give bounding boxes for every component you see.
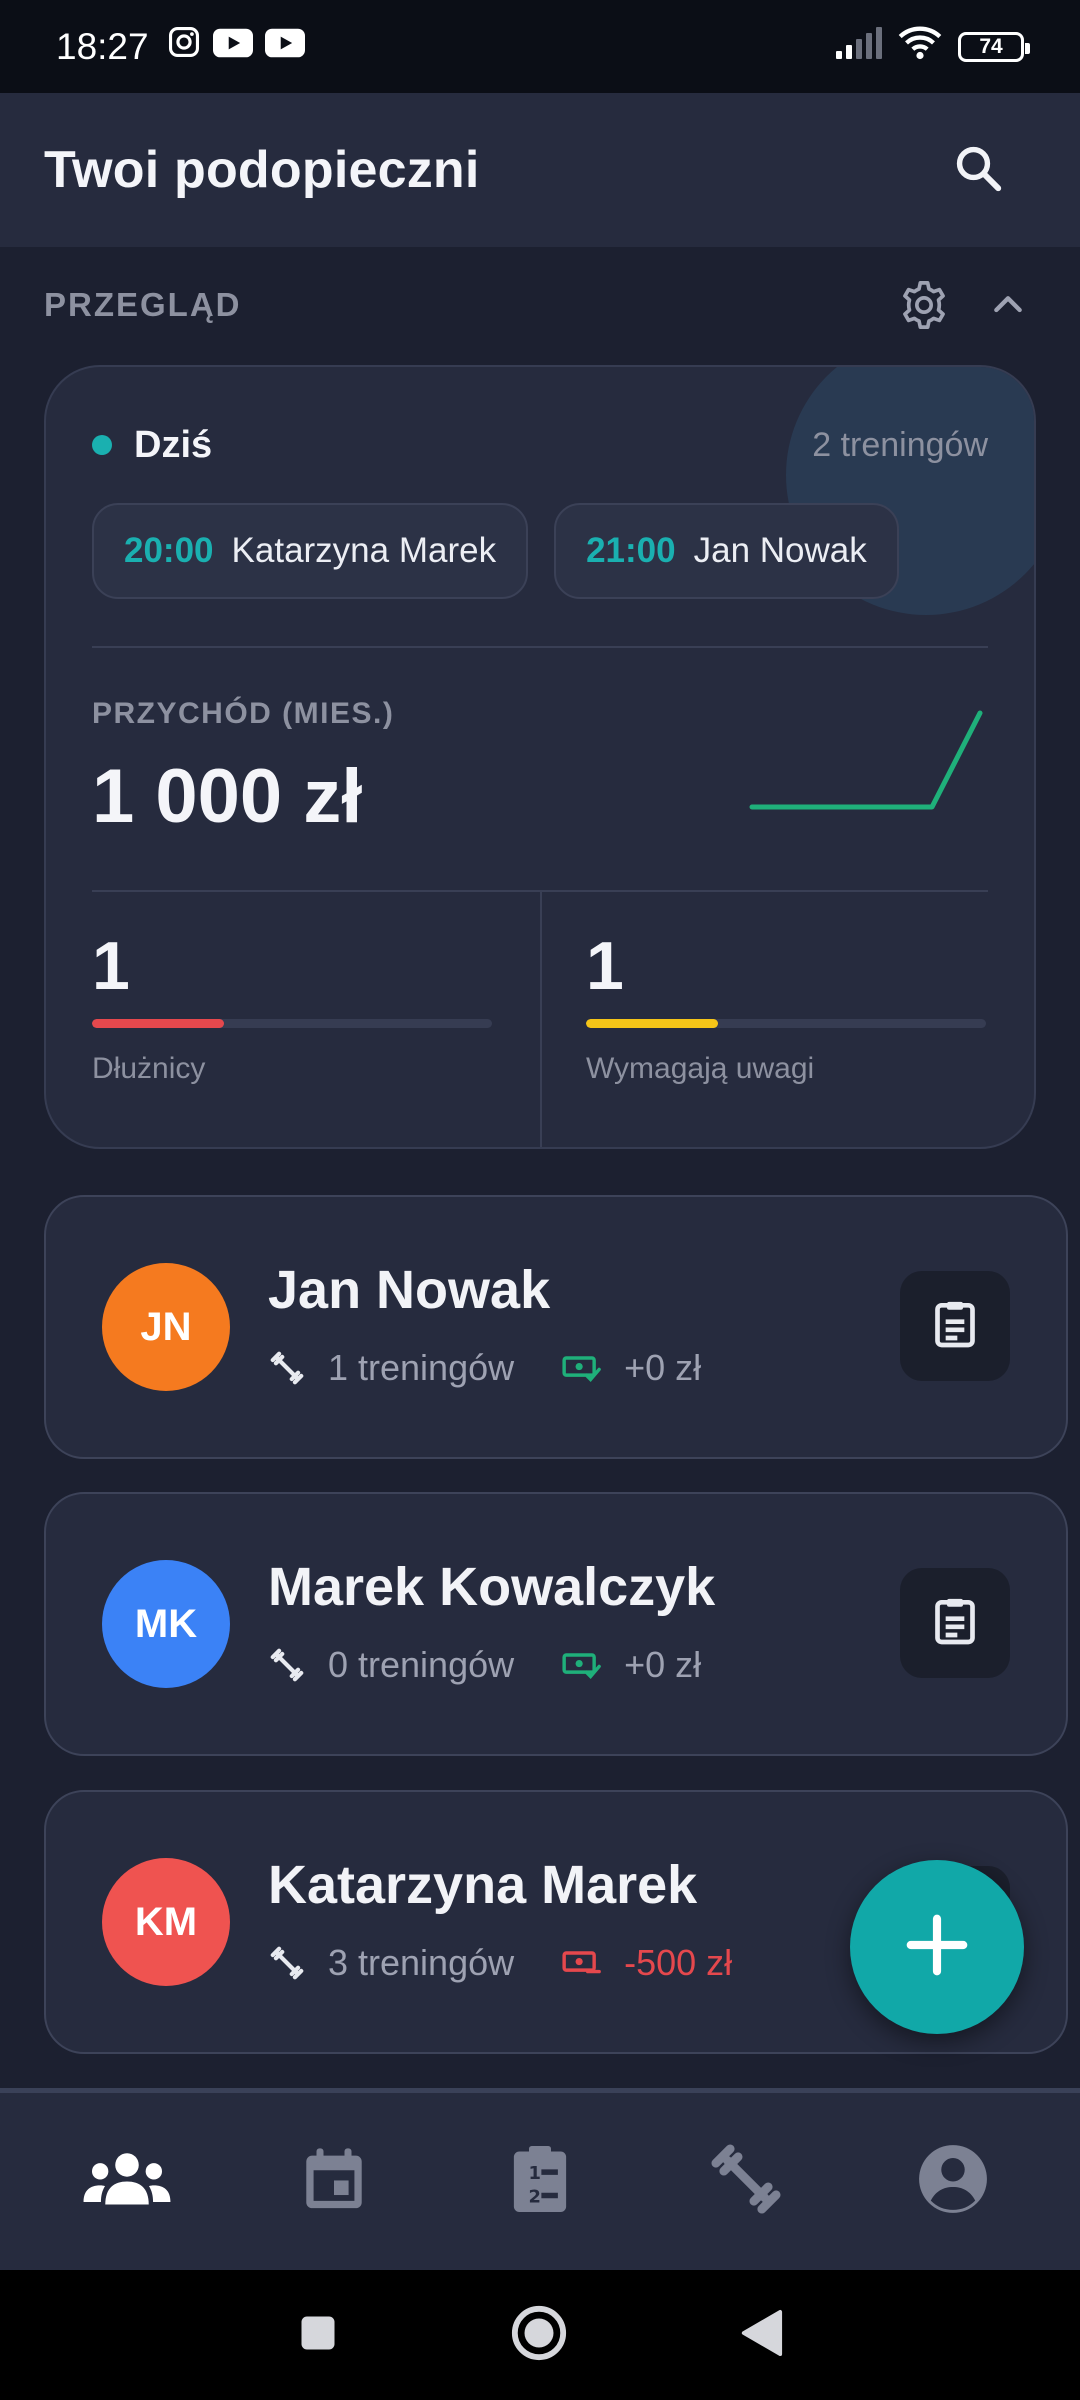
dumbbell-icon <box>268 1944 306 1982</box>
stat-label: Dłużnicy <box>92 1052 206 1085</box>
today-count: 2 treningów <box>812 425 988 464</box>
session-time: 21:00 <box>586 531 676 570</box>
balance: -500 zł <box>624 1942 733 1983</box>
nav-exercises[interactable] <box>681 2117 811 2247</box>
plus-icon <box>902 1910 972 1985</box>
nav-clients[interactable] <box>62 2117 192 2247</box>
page-title: Twoi podopieczni <box>44 141 480 199</box>
status-dot <box>92 435 112 455</box>
today-row: Dziś 2 treningów <box>92 415 988 475</box>
dumbbell-icon <box>708 2141 784 2222</box>
balance: +0 zł <box>624 1644 702 1685</box>
gear-icon[interactable] <box>898 279 950 331</box>
stat-progress-fill <box>586 1019 718 1028</box>
payment-ok-icon <box>562 1650 602 1680</box>
client-meta: 0 treningów +0 zł <box>268 1644 701 1686</box>
training-count: 3 treningów <box>328 1942 515 1983</box>
instagram-icon <box>167 25 201 69</box>
session-client-name: Jan Nowak <box>693 531 867 570</box>
attention-stat[interactable]: 1 Wymagają uwagi <box>586 927 986 1086</box>
chevron-up-icon[interactable] <box>988 285 1028 325</box>
dumbbell-icon <box>268 1646 306 1684</box>
system-navigation-bar <box>0 2270 1080 2400</box>
avatar: MK <box>102 1560 230 1688</box>
payment-ok-icon <box>562 1353 602 1383</box>
back-icon[interactable] <box>738 2308 784 2363</box>
overview-section-header: PRZEGLĄD <box>44 270 1036 340</box>
section-title: PRZEGLĄD <box>44 286 242 323</box>
search-button[interactable] <box>938 130 1018 210</box>
nav-calendar[interactable] <box>269 2117 399 2247</box>
stat-progress <box>586 1019 986 1028</box>
clipboard-list-icon: 1 2 <box>507 2142 573 2221</box>
calendar-icon <box>299 2143 369 2220</box>
divider <box>92 646 988 648</box>
client-notes-button[interactable] <box>900 1271 1010 1381</box>
revenue-label: PRZYCHÓD (MIES.) <box>92 697 395 730</box>
client-card[interactable]: MK Marek Kowalczyk 0 treningów +0 zł <box>44 1492 1068 1756</box>
training-count: 1 treningów <box>328 1347 515 1388</box>
stat-progress <box>92 1019 492 1028</box>
debtors-stat[interactable]: 1 Dłużnicy <box>92 927 492 1086</box>
dumbbell-icon <box>268 1349 306 1387</box>
account-icon <box>916 2142 990 2221</box>
session-chip[interactable]: 20:00 Katarzyna Marek <box>92 503 529 599</box>
status-bar: 18:27 74 <box>0 0 1080 93</box>
nav-plans[interactable]: 1 2 <box>475 2117 605 2247</box>
stat-label: Wymagają uwagi <box>586 1052 815 1085</box>
wifi-icon <box>898 24 942 70</box>
clipboard-icon <box>927 1296 983 1357</box>
avatar: KM <box>102 1858 230 1986</box>
payment-due-icon <box>562 1948 602 1978</box>
clipboard-icon <box>927 1593 983 1654</box>
session-chip[interactable]: 21:00 Jan Nowak <box>554 503 899 599</box>
client-notes-button[interactable] <box>900 1568 1010 1678</box>
client-meta: 3 treningów -500 zł <box>268 1942 732 1984</box>
svg-text:2: 2 <box>528 2186 540 2207</box>
divider <box>540 892 542 1147</box>
client-card[interactable]: JN Jan Nowak 1 treningów +0 zł <box>44 1195 1068 1459</box>
session-client-name: Katarzyna Marek <box>231 531 497 570</box>
client-name: Katarzyna Marek <box>268 1855 698 1915</box>
add-client-button[interactable] <box>850 1860 1024 2034</box>
revenue-value: 1 000 zł <box>92 754 363 839</box>
stat-value: 1 <box>586 928 624 1004</box>
home-icon[interactable] <box>510 2304 568 2367</box>
svg-text:1: 1 <box>528 2163 540 2184</box>
search-icon <box>951 141 1005 200</box>
bottom-navigation: 1 2 <box>0 2088 1080 2270</box>
training-count: 0 treningów <box>328 1644 515 1685</box>
battery-indicator: 74 <box>958 31 1030 62</box>
status-time: 18:27 <box>56 25 149 67</box>
revenue-trend-sparkline <box>749 710 983 810</box>
client-meta: 1 treningów +0 zł <box>268 1347 701 1389</box>
nav-profile[interactable] <box>888 2117 1018 2247</box>
youtube-icon <box>264 25 305 68</box>
balance: +0 zł <box>624 1347 702 1388</box>
stat-progress-fill <box>92 1019 224 1028</box>
session-time: 20:00 <box>124 531 214 570</box>
avatar: JN <box>102 1263 230 1391</box>
today-label: Dziś <box>134 423 213 466</box>
youtube-icon <box>212 25 253 68</box>
client-name: Marek Kowalczyk <box>268 1557 716 1617</box>
stat-value: 1 <box>92 928 130 1004</box>
recent-apps-icon[interactable] <box>296 2311 340 2360</box>
overview-card: Dziś 2 treningów 20:00 Katarzyna Marek 2… <box>44 365 1036 1149</box>
today-sessions: 20:00 Katarzyna Marek 21:00 Jan Nowak <box>92 503 899 599</box>
app-bar: Twoi podopieczni <box>0 93 1080 247</box>
people-icon <box>81 2147 173 2216</box>
signal-icon <box>834 25 882 69</box>
client-name: Jan Nowak <box>268 1260 551 1320</box>
